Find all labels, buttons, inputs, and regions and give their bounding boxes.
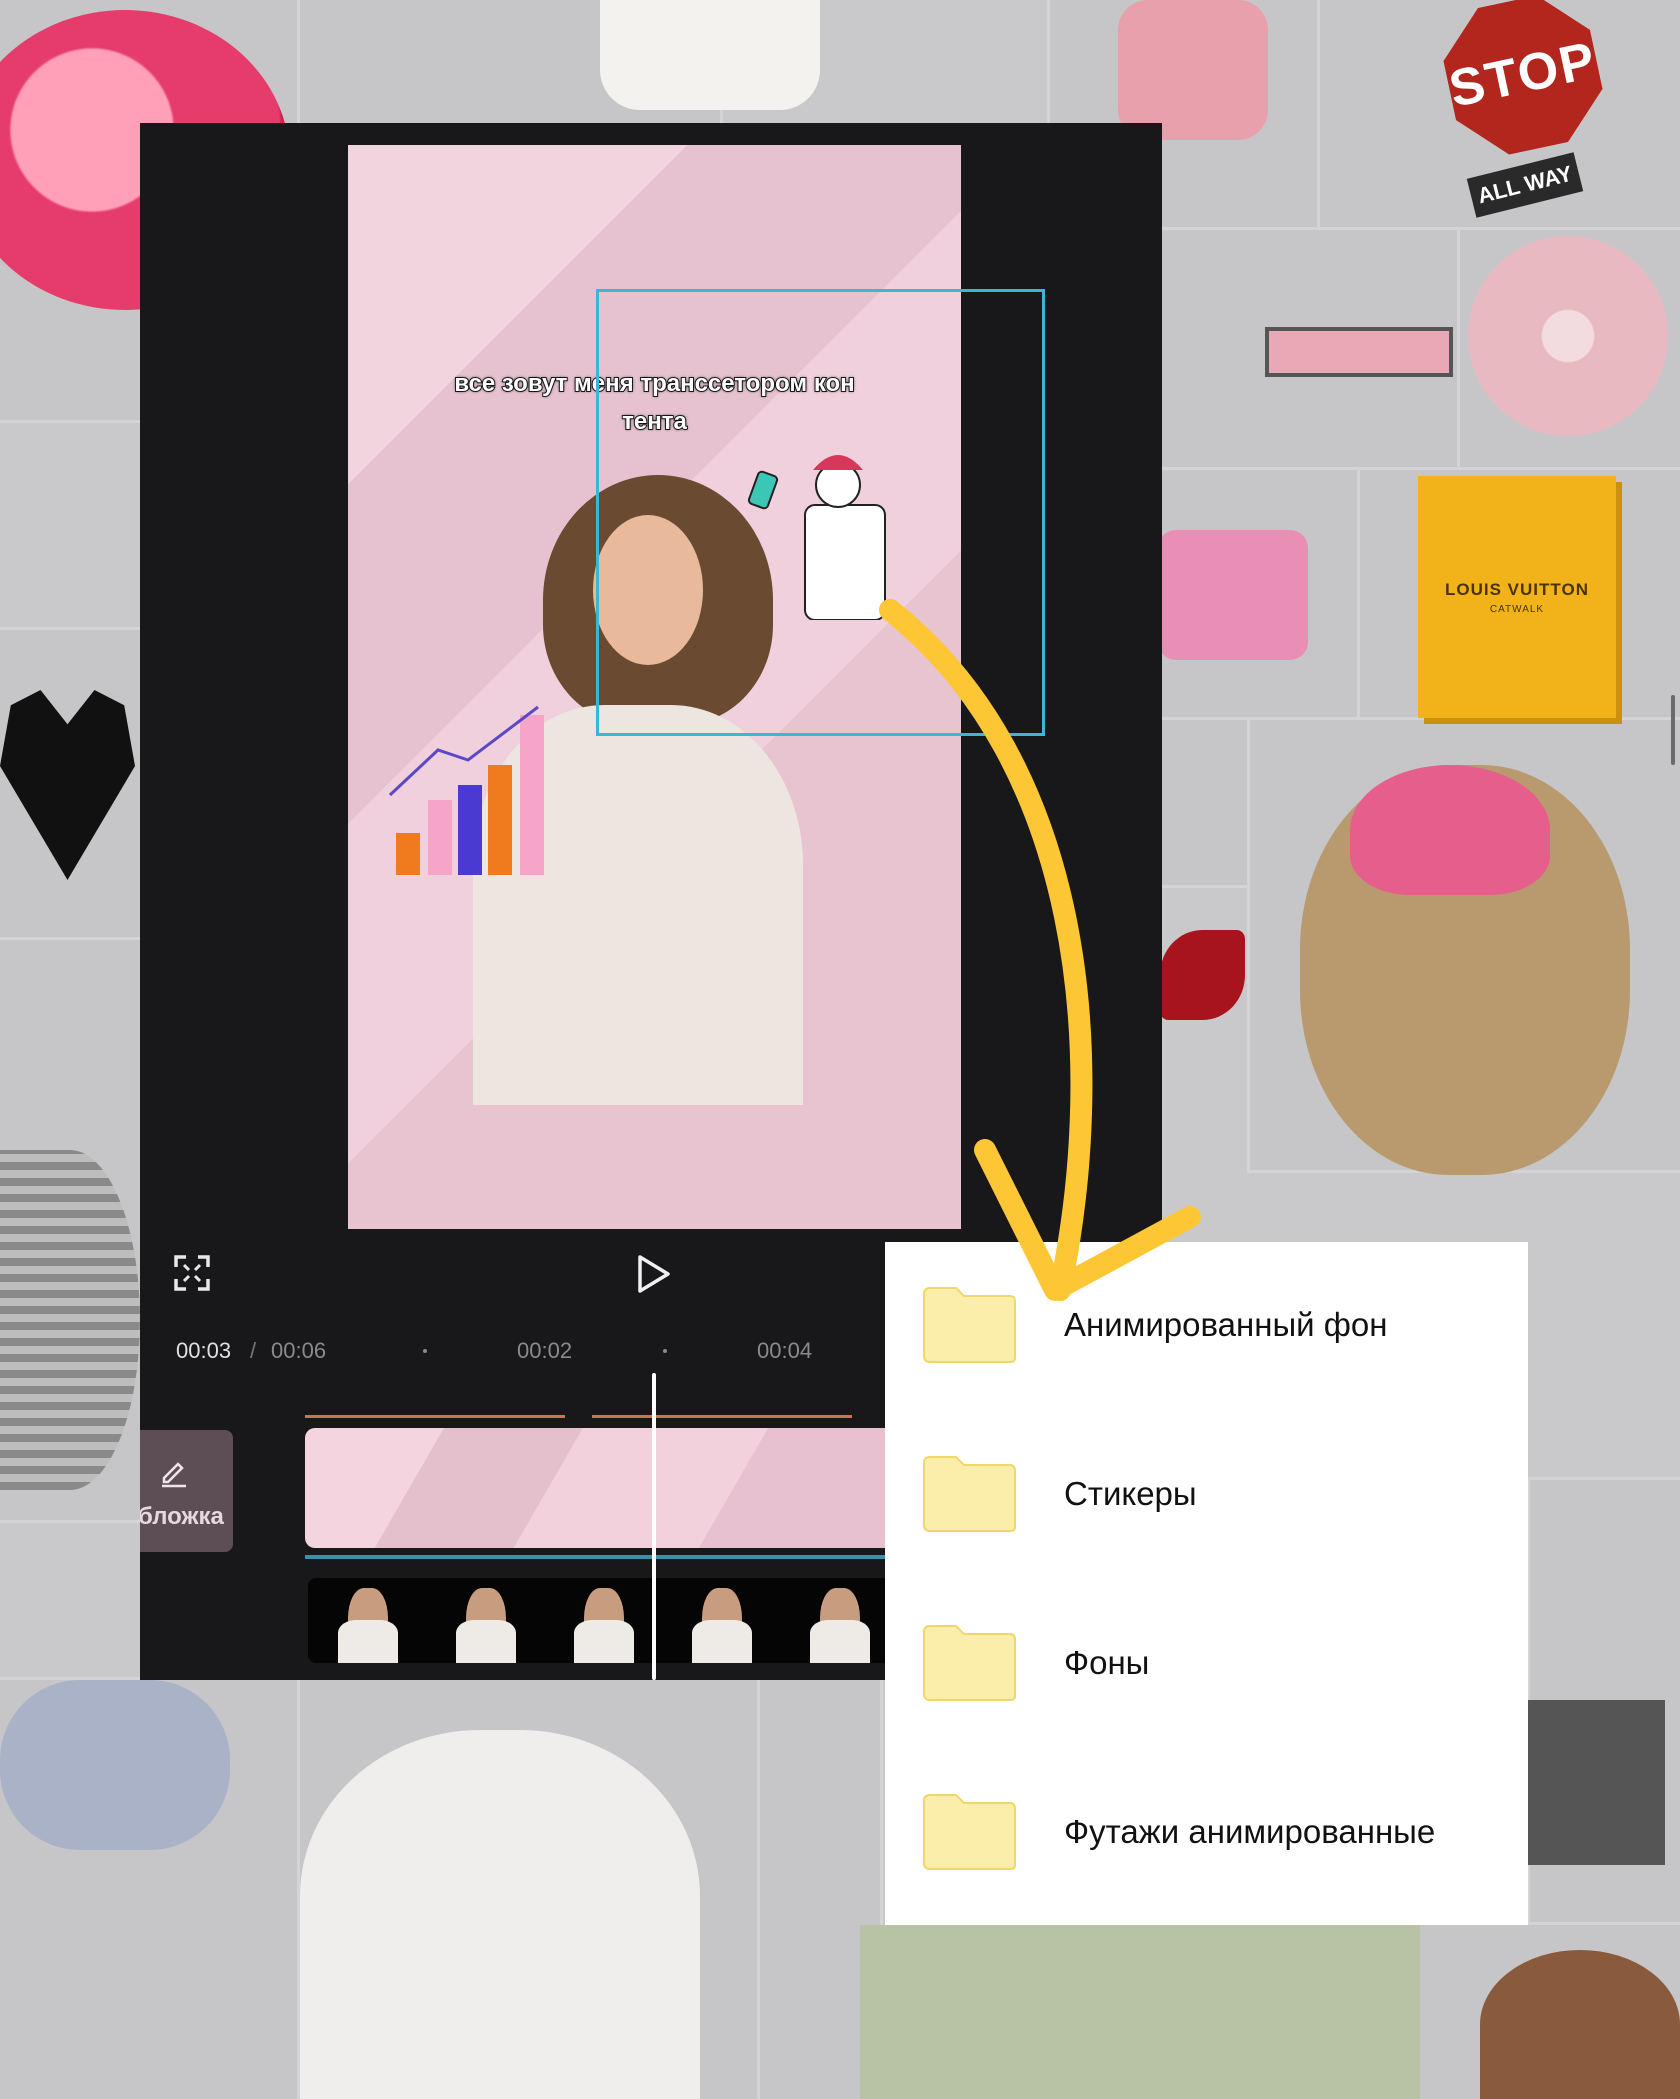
white-cat-sticker (300, 1730, 700, 2099)
folder-label: Стикеры (1064, 1475, 1197, 1512)
chart-trend-line (388, 705, 539, 797)
page-scrollbar[interactable] (1671, 695, 1675, 765)
curved-arrow-annotation (879, 599, 1201, 1301)
louis-vuitton-book-sticker: LOUIS VUITTON CATWALK (1418, 476, 1616, 718)
timeline-tick: 00:04 (757, 1338, 813, 1363)
timeline-playhead[interactable] (652, 1373, 656, 1680)
clip-thumbnail (662, 1578, 780, 1663)
money-stack-sticker (860, 1925, 1420, 2099)
time-total: 00:06 (271, 1338, 327, 1363)
chrome-cloud-sticker (0, 1680, 230, 1850)
folder-icon (923, 1625, 1016, 1701)
chart-bar (458, 785, 482, 875)
folder-item-backgrounds[interactable]: Фоны (885, 1624, 1528, 1744)
girl-photo-sticker (1480, 1950, 1680, 2099)
pencil-icon[interactable] (158, 1456, 190, 1488)
chart-bar (520, 715, 544, 875)
timeline-dot (423, 1349, 427, 1353)
play-icon[interactable] (634, 1253, 674, 1295)
cover-button[interactable] (140, 1430, 233, 1552)
clip-thumbnail (544, 1578, 662, 1663)
pink-telephone-sticker (1118, 0, 1268, 140)
bar-chart-sticker[interactable] (388, 705, 578, 875)
folder-label: Фоны (1064, 1644, 1150, 1681)
chart-bar (396, 833, 420, 875)
disco-ball-sticker (0, 1150, 140, 1490)
folder-label: Анимированный фон (1064, 1306, 1388, 1343)
timeline-dot (663, 1349, 667, 1353)
cover-label[interactable]: бложка (140, 1503, 224, 1531)
pink-vinyl-sticker (1468, 236, 1668, 436)
time-separator: / (250, 1338, 257, 1363)
audio-track-marker[interactable] (592, 1415, 852, 1418)
chart-bar (428, 800, 452, 875)
folder-label: Футажи анимированные (1064, 1813, 1436, 1850)
folder-icon (923, 1794, 1016, 1870)
folder-icon (923, 1456, 1016, 1532)
timeline-tick: 00:02 (517, 1338, 573, 1363)
book-subtitle: CATWALK (1489, 603, 1545, 615)
folder-item-animated-footage[interactable]: Футажи анимированные (885, 1793, 1528, 1913)
fullscreen-icon[interactable] (172, 1253, 212, 1293)
folder-item-stickers[interactable]: Стикеры (885, 1455, 1528, 1575)
time-current: 00:03 (176, 1338, 232, 1363)
pink-towel-sticker (1350, 765, 1550, 895)
clip-thumbnail (426, 1578, 544, 1663)
clip-thumbnail (308, 1578, 426, 1663)
pixel-speech-bubble-sticker (1265, 327, 1453, 377)
book-title: LOUIS VUITTON (1445, 579, 1589, 599)
clip-thumbnail (780, 1578, 898, 1663)
man-photo-sticker (1525, 1700, 1665, 1865)
audio-track-marker[interactable] (305, 1415, 565, 1418)
chart-bar (488, 765, 512, 875)
toilet-paper-sticker (600, 0, 820, 110)
folder-list-panel: Анимированный фон Стикеры Фоны Футажи ан… (885, 1242, 1528, 1925)
